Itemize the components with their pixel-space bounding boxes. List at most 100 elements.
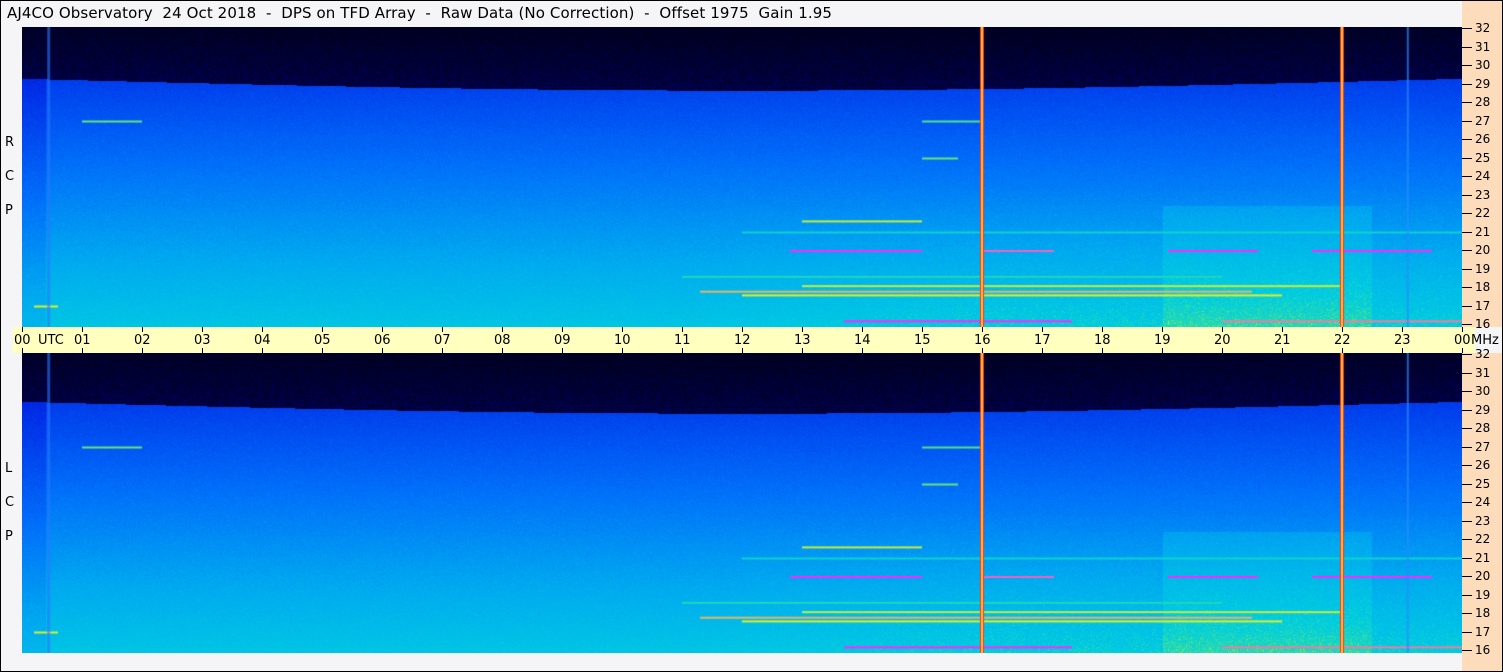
y-tick-label: 22: [1475, 532, 1491, 546]
x-tick-label: 15: [914, 333, 931, 348]
y-tick: [1462, 194, 1472, 196]
x-tick: [262, 327, 263, 332]
x-tick: [1042, 348, 1043, 353]
y-tick-label: 20: [1475, 243, 1491, 257]
y-tick-label: 29: [1475, 402, 1491, 417]
y-tick: [1462, 157, 1472, 159]
y-tick-label: 26: [1475, 132, 1491, 146]
x-tick: [202, 348, 203, 353]
y-tick: [1462, 650, 1472, 651]
y-tick-label: 17: [1475, 298, 1491, 313]
x-tick-label: 22: [1334, 333, 1351, 348]
panel-label-rcp-c: C: [5, 169, 15, 184]
y-tick: [1462, 102, 1472, 103]
x-tick: [442, 348, 443, 353]
x-tick-label: 23: [1394, 333, 1411, 348]
y-tick-label: 31: [1475, 39, 1491, 54]
y-tick-label: 22: [1475, 206, 1491, 220]
y-tick-label: 19: [1475, 587, 1491, 602]
x-tick: [682, 327, 683, 332]
x-tick: [562, 327, 563, 332]
x-tick: [1462, 348, 1463, 353]
x-tick: [1102, 348, 1103, 353]
y-tick: [1462, 409, 1472, 411]
y-tick-label: 24: [1475, 169, 1491, 183]
y-tick-label: 29: [1475, 76, 1491, 91]
x-tick: [1342, 348, 1343, 353]
y-tick: [1462, 446, 1472, 448]
x-tick-label: 03: [194, 333, 211, 348]
x-tick: [1162, 348, 1163, 353]
y-tick-label: 21: [1475, 224, 1491, 239]
y-tick-label: 20: [1475, 569, 1491, 583]
x-tick-label: 02: [134, 333, 151, 348]
x-tick: [862, 327, 863, 332]
x-tick-label: 17: [1034, 333, 1051, 348]
x-tick: [1462, 327, 1463, 332]
x-tick-label: 08: [494, 333, 511, 348]
x-tick-label: 10: [614, 333, 631, 348]
frequency-axis-lcp: 32 31 30 29 28 27 26 25 24 23 22 21 20 19 18 17 16: [1462, 348, 1502, 656]
y-tick: [1462, 354, 1472, 355]
x-tick: [1042, 327, 1043, 332]
y-tick: [1462, 324, 1472, 325]
x-tick: [1402, 348, 1403, 353]
y-tick: [1462, 539, 1472, 540]
x-tick: [1162, 327, 1163, 332]
x-tick-label: 04: [254, 333, 271, 348]
y-tick-label: 28: [1475, 421, 1491, 435]
x-tick: [862, 348, 863, 353]
x-tick: [22, 327, 23, 332]
y-tick: [1462, 557, 1472, 559]
x-tick: [982, 348, 983, 353]
x-tick: [382, 348, 383, 353]
y-tick-label: 32: [1475, 21, 1491, 35]
x-tick-label: 05: [314, 333, 331, 348]
x-tick-label: 14: [854, 333, 871, 348]
spectrogram-window: AJ4CO Observatory 24 Oct 2018 - DPS on T…: [0, 0, 1503, 672]
x-tick: [1102, 327, 1103, 332]
x-tick: [622, 327, 623, 332]
panel-label-lcp-l: L: [5, 461, 13, 476]
x-tick: [922, 327, 923, 332]
chart-title: AJ4CO Observatory 24 Oct 2018 - DPS on T…: [7, 4, 833, 22]
x-tick: [802, 348, 803, 353]
rcp-spectrogram: [22, 27, 1462, 327]
x-tick: [442, 327, 443, 332]
y-tick-label: 25: [1475, 476, 1491, 491]
x-tick-label: 19: [1154, 333, 1171, 348]
y-tick: [1462, 231, 1472, 233]
y-tick-label: 25: [1475, 150, 1491, 165]
x-tick: [1282, 348, 1283, 353]
x-tick-label: 12: [734, 333, 751, 348]
x-tick: [82, 348, 83, 353]
y-tick-label: 28: [1475, 95, 1491, 109]
y-tick: [1462, 250, 1472, 251]
y-tick-label: 19: [1475, 261, 1491, 276]
x-tick: [322, 348, 323, 353]
x-tick-label: 00: [1454, 333, 1471, 348]
x-tick-label: 20: [1214, 333, 1231, 348]
y-tick: [1462, 139, 1472, 140]
y-tick-label: 17: [1475, 624, 1491, 639]
y-tick: [1462, 28, 1472, 29]
y-tick: [1462, 613, 1472, 614]
x-tick: [742, 327, 743, 332]
y-tick: [1462, 372, 1472, 374]
x-tick-label: 21: [1274, 333, 1291, 348]
y-tick-label: 23: [1475, 513, 1491, 528]
x-tick-label: 07: [434, 333, 451, 348]
y-tick-label: 16: [1475, 317, 1491, 331]
y-tick: [1462, 305, 1472, 307]
x-tick: [982, 327, 983, 332]
x-tick: [502, 327, 503, 332]
y-tick: [1462, 83, 1472, 85]
y-tick: [1462, 520, 1472, 522]
y-tick: [1462, 391, 1472, 392]
y-tick-label: 24: [1475, 495, 1491, 509]
x-tick: [142, 327, 143, 332]
y-tick-label: 18: [1475, 606, 1491, 620]
panel-label-lcp-c: C: [5, 495, 15, 510]
x-tick-label: 06: [374, 333, 391, 348]
mhz-unit-label: MHz: [1471, 333, 1499, 348]
